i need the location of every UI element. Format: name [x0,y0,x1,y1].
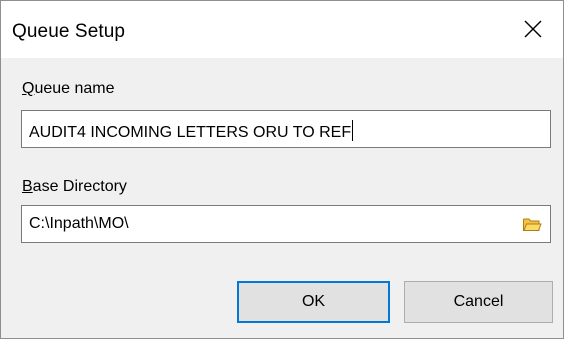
close-button[interactable] [503,1,563,57]
base-directory-value: C:\Inpath\MO\ [29,215,129,232]
dialog-body: Queue name AUDIT4 INCOMING LETTERS ORU T… [1,58,563,338]
base-directory-label-text: ase Directory [32,178,127,195]
base-directory-input[interactable]: C:\Inpath\MO\ [21,205,551,243]
cancel-button[interactable]: Cancel [404,281,553,323]
folder-icon[interactable] [522,216,542,232]
base-directory-label: Base Directory [22,178,127,196]
text-caret [352,120,354,141]
dialog-title: Queue Setup [12,21,126,42]
queue-name-label: Queue name [22,80,115,98]
ok-button[interactable]: OK [237,281,390,323]
queue-name-label-accelerator: Q [22,80,35,97]
title-bar[interactable]: Queue Setup [1,1,563,57]
queue-name-input[interactable]: AUDIT4 INCOMING LETTERS ORU TO REF [21,110,551,148]
queue-name-value-wrap: AUDIT4 INCOMING LETTERS ORU TO REF [29,120,354,142]
close-icon [524,20,542,38]
queue-setup-dialog: Queue Setup Queue name AUDIT4 INCOMING L… [0,0,564,339]
queue-name-label-text: ueue name [34,80,115,97]
base-directory-label-accelerator: B [22,178,33,195]
queue-name-value: AUDIT4 INCOMING LETTERS ORU TO REF [29,124,352,141]
